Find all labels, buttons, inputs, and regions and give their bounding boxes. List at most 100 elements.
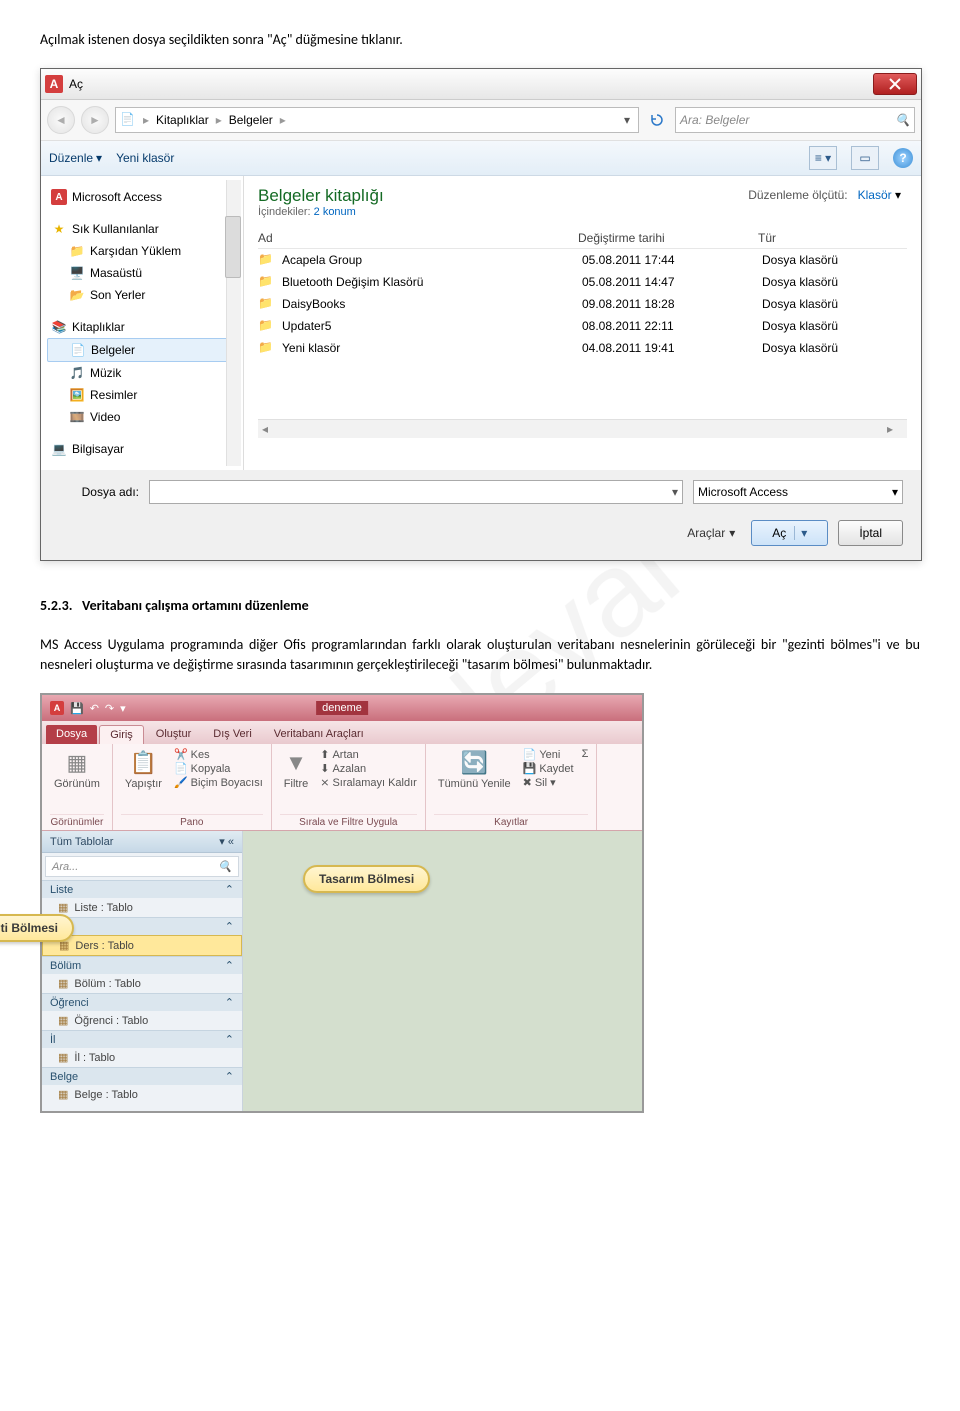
filename-label: Dosya adı: — [59, 485, 139, 499]
breadcrumb[interactable]: 📄 ▸ Kitaplıklar ▸ Belgeler ▸ ▾ — [115, 107, 639, 133]
horizontal-scrollbar[interactable]: ◂ ▸ — [258, 419, 907, 438]
tree-item-libraries[interactable]: 📚Kitaplıklar — [47, 316, 237, 338]
delete-record-button[interactable]: ✖Sil ▾ — [523, 776, 574, 789]
scrollbar-thumb[interactable] — [225, 216, 241, 278]
search-placeholder: Ara: Belgeler — [680, 113, 749, 127]
tab-create[interactable]: Oluştur — [146, 725, 201, 744]
column-headers[interactable]: Ad Değiştirme tarihi Tür — [258, 228, 907, 249]
tab-external-data[interactable]: Dış Veri — [203, 725, 262, 744]
table-row[interactable]: 📁 DaisyBooks 09.08.2011 18:28 Dosya klas… — [258, 293, 907, 315]
organize-button[interactable]: Düzenle ▾ — [49, 151, 102, 165]
save-icon[interactable]: 💾 — [70, 702, 84, 715]
format-painter-button[interactable]: 🖌️Biçim Boyacısı — [174, 776, 263, 789]
new-folder-button[interactable]: Yeni klasör — [116, 151, 174, 165]
table-row[interactable]: 📁 Acapela Group 05.08.2011 17:44 Dosya k… — [258, 249, 907, 271]
search-icon: 🔍 — [218, 860, 232, 873]
tree-item-favorites[interactable]: ★Sık Kullanılanlar — [47, 218, 237, 240]
tree-item-recent[interactable]: 📂Son Yerler — [47, 284, 237, 306]
cell-date: 09.08.2011 18:28 — [582, 297, 762, 311]
breadcrumb-dropdown[interactable]: ▾ — [620, 113, 634, 127]
table-row[interactable]: 📁 Updater5 08.08.2011 22:11 Dosya klasör… — [258, 315, 907, 337]
breadcrumb-item[interactable]: Belgeler — [225, 113, 277, 127]
nav-group-header[interactable]: İl⌃ — [42, 1030, 242, 1048]
scroll-left-icon[interactable]: ◂ — [262, 422, 278, 436]
table-row[interactable]: 📁 Bluetooth Değişim Klasörü 05.08.2011 1… — [258, 271, 907, 293]
nav-item[interactable]: ▦İl : Tablo — [42, 1048, 242, 1067]
sort-desc-button[interactable]: ⬇Azalan — [320, 762, 417, 775]
breadcrumb-item[interactable]: Kitaplıklar — [152, 113, 213, 127]
nav-group-header[interactable]: Öğrenci⌃ — [42, 993, 242, 1011]
table-icon: ▦ — [58, 977, 68, 990]
column-type[interactable]: Tür — [758, 231, 907, 245]
location-count-link[interactable]: 2 konum — [314, 206, 356, 218]
view-list-button[interactable]: ≡ ▾ — [809, 146, 837, 170]
view-icon: ▦ — [67, 750, 88, 776]
remove-sort-button[interactable]: ⨯Sıralamayı Kaldır — [320, 776, 417, 789]
refresh-all-button[interactable]: 🔄Tümünü Yenile — [434, 748, 515, 792]
tree-item-access[interactable]: AMicrosoft Access — [47, 186, 237, 208]
new-record-button[interactable]: 📄Yeni — [523, 748, 574, 761]
column-name[interactable]: Ad — [258, 231, 578, 245]
body-paragraph: MS Access Uygulama programında diğer Ofi… — [40, 635, 920, 676]
nav-item[interactable]: ▦Belge : Tablo — [42, 1085, 242, 1104]
nav-search-input[interactable]: Ara...🔍 — [45, 856, 239, 877]
filter-button[interactable]: ▼Filtre — [280, 748, 312, 792]
recent-icon: 📂 — [69, 287, 85, 303]
tree-item-computer[interactable]: 💻Bilgisayar — [47, 438, 237, 460]
sort-asc-button[interactable]: ⬆Artan — [320, 748, 417, 761]
search-input[interactable]: Ara: Belgeler 🔍 — [675, 107, 915, 133]
chevron-down-icon: ▾ — [895, 188, 901, 202]
chevron-down-icon[interactable]: ▾ — [672, 485, 678, 499]
split-chevron-icon[interactable]: ▾ — [794, 526, 807, 540]
tab-home[interactable]: Giriş — [99, 725, 144, 744]
scroll-right-icon[interactable]: ▸ — [887, 422, 903, 436]
paste-button[interactable]: 📋Yapıştır — [121, 748, 166, 792]
access-screenshot: A 💾 ↶ ↷ ▾ deneme Dosya Giriş Oluştur Dış… — [40, 693, 644, 1113]
chevron-right-icon: ▸ — [277, 113, 289, 127]
nav-item[interactable]: ▦Öğrenci : Tablo — [42, 1011, 242, 1030]
nav-back-button[interactable]: ◄ — [47, 106, 75, 134]
nav-group-header[interactable]: Bölüm⌃ — [42, 956, 242, 974]
nav-group-header[interactable]: Belge⌃ — [42, 1067, 242, 1085]
tree-item-downloads[interactable]: 📁Karşıdan Yüklem — [47, 240, 237, 262]
tree-item-desktop[interactable]: 🖥️Masaüstü — [47, 262, 237, 284]
column-date[interactable]: Değiştirme tarihi — [578, 231, 758, 245]
cell-type: Dosya klasörü — [762, 253, 907, 267]
nav-item[interactable]: ▦Liste : Tablo — [42, 898, 242, 917]
nav-group-header[interactable]: Liste⌃ — [42, 880, 242, 898]
table-row[interactable]: 📁 Yeni klasör 04.08.2011 19:41 Dosya kla… — [258, 337, 907, 359]
cell-type: Dosya klasörü — [762, 319, 907, 333]
tab-file[interactable]: Dosya — [46, 725, 97, 744]
undo-icon[interactable]: ↶ — [90, 702, 99, 715]
help-button[interactable]: ? — [893, 148, 913, 168]
filename-input[interactable]: ▾ — [149, 480, 683, 504]
nav-item[interactable]: ▦Bölüm : Tablo — [42, 974, 242, 993]
access-icon: A — [50, 701, 64, 715]
refresh-button[interactable] — [645, 108, 669, 132]
open-button[interactable]: Aç▾ — [751, 520, 828, 546]
save-record-button[interactable]: 💾Kaydet — [523, 762, 574, 775]
search-icon: 🔍 — [895, 113, 910, 127]
collapse-icon[interactable]: « — [228, 836, 234, 848]
tree-item-pictures[interactable]: 🖼️Resimler — [47, 384, 237, 406]
nav-item[interactable]: ▦Ders : Tablo — [42, 935, 242, 956]
close-button[interactable] — [873, 73, 917, 95]
tab-database-tools[interactable]: Veritabanı Araçları — [264, 725, 374, 744]
view-button[interactable]: ▦Görünüm — [50, 748, 104, 792]
refresh-icon — [649, 112, 665, 128]
redo-icon[interactable]: ↷ — [105, 702, 114, 715]
nav-forward-button[interactable]: ► — [81, 106, 109, 134]
nav-pane-header[interactable]: Tüm Tablolar ▾ « — [42, 831, 242, 853]
tree-item-documents[interactable]: 📄Belgeler — [47, 338, 237, 362]
qat-dropdown[interactable]: ▾ — [120, 702, 126, 715]
sort-criteria[interactable]: Düzenleme ölçütü: Klasör ▾ — [748, 188, 901, 202]
copy-button[interactable]: 📄Kopyala — [174, 762, 263, 775]
view-preview-button[interactable]: ▭ — [851, 146, 879, 170]
tools-button[interactable]: Araçlar ▾ — [681, 520, 741, 546]
cancel-button[interactable]: İptal — [838, 520, 903, 546]
tree-item-music[interactable]: 🎵Müzik — [47, 362, 237, 384]
libraries-icon: 📚 — [51, 319, 67, 335]
tree-item-video[interactable]: 🎞️Video — [47, 406, 237, 428]
cut-button[interactable]: ✂️Kes — [174, 748, 263, 761]
filetype-select[interactable]: Microsoft Access ▾ — [693, 480, 903, 504]
